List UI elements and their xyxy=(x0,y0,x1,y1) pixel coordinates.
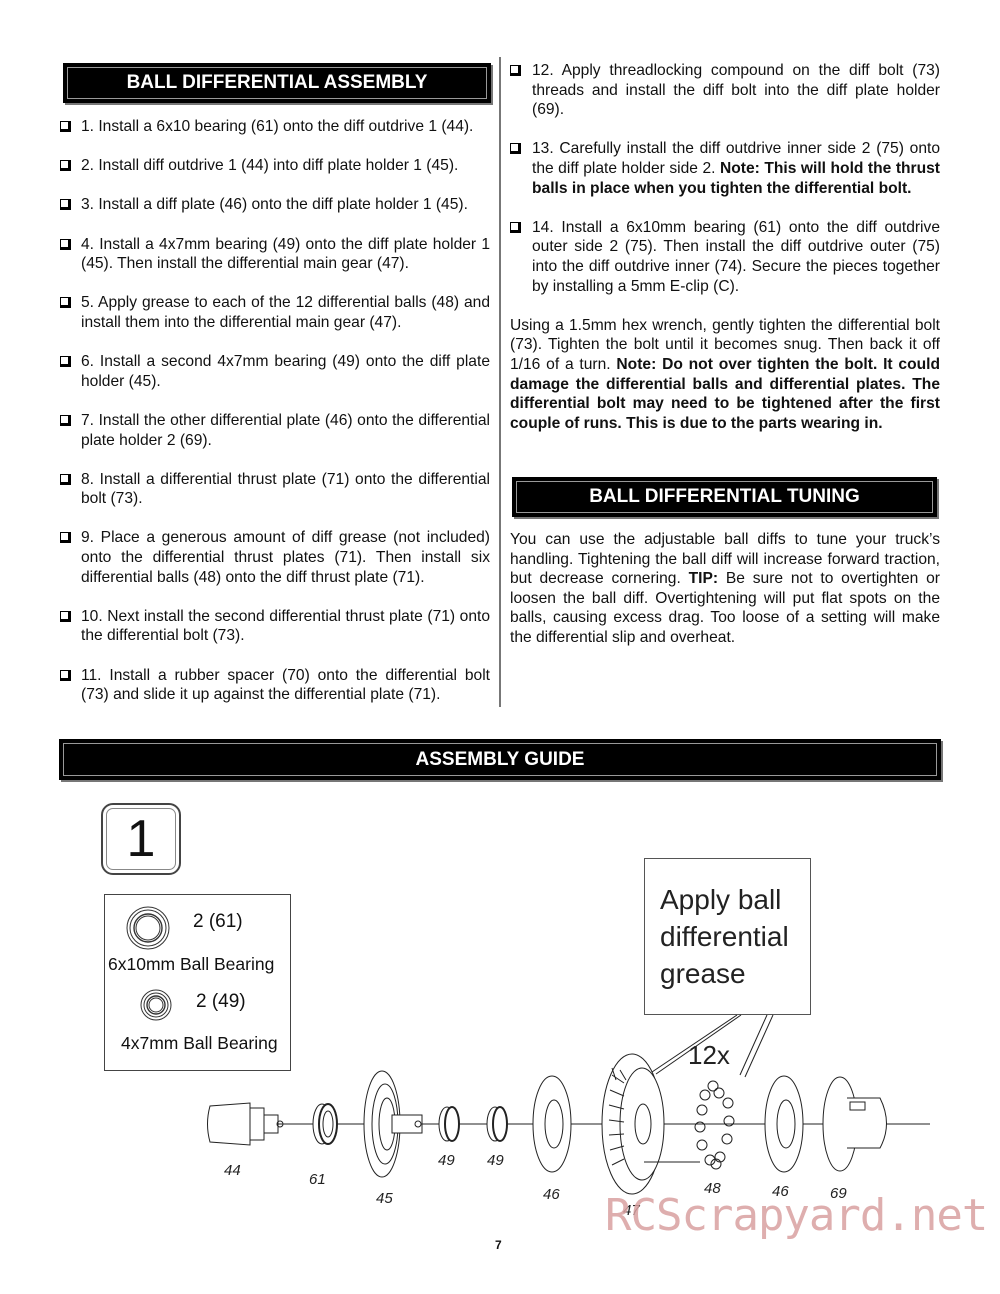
part-label: 61 xyxy=(309,1171,326,1188)
main-gear-47-part xyxy=(601,1053,665,1195)
page-number: 7 xyxy=(495,1238,502,1252)
callout-leader xyxy=(739,1014,768,1076)
exploded-diagram xyxy=(207,1014,930,1195)
diff-plate-46-part xyxy=(532,1075,572,1173)
callout-leader xyxy=(655,1014,742,1075)
part-label: 49 xyxy=(487,1152,504,1169)
outdrive-44-part xyxy=(207,1102,284,1146)
plate-holder-69-part xyxy=(822,1076,887,1172)
part-label: 44 xyxy=(224,1162,241,1179)
diff-plate-46-part xyxy=(764,1075,804,1173)
part-label: 45 xyxy=(376,1190,393,1207)
callout-leader xyxy=(651,1014,738,1073)
plate-holder-45-part xyxy=(363,1070,423,1178)
bearing-61-part xyxy=(312,1103,338,1145)
bearing-49-part xyxy=(438,1106,460,1142)
part-label: 46 xyxy=(543,1186,560,1203)
callout-leader xyxy=(744,1014,774,1078)
part-label: 49 xyxy=(438,1152,455,1169)
watermark: RCScrapyard.net xyxy=(605,1190,988,1241)
bearing-49-part xyxy=(486,1106,508,1142)
